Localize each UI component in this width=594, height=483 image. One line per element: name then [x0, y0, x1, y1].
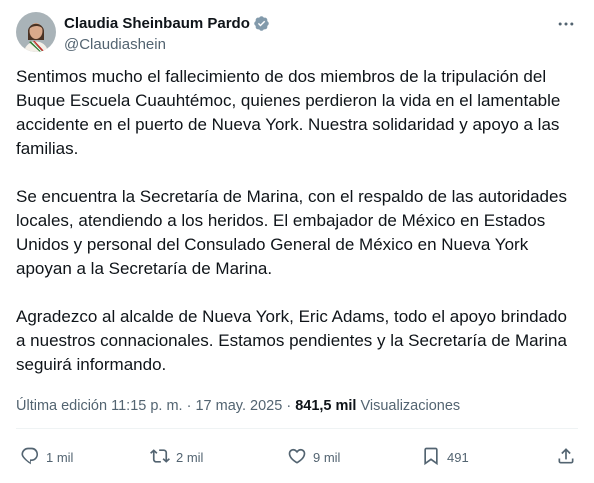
tweet-paragraph: Sentimos mucho el fallecimiento de dos m…	[16, 67, 561, 158]
verified-badge-icon[interactable]	[253, 15, 270, 32]
reply-button[interactable]: 1 mil	[20, 445, 73, 469]
timestamp-time[interactable]: 11:15 p. m.	[111, 398, 182, 414]
bookmark-icon	[421, 446, 441, 469]
tweet-text: Sentimos mucho el fallecimiento de dos m…	[16, 65, 576, 401]
meta-separator: ·	[286, 398, 292, 414]
share-icon	[556, 446, 576, 469]
tweet-paragraph: Se encuentra la Secretaría de Marina, co…	[16, 187, 567, 278]
share-button[interactable]	[556, 445, 576, 469]
handle[interactable]: @Claudiashein	[64, 35, 270, 55]
avatar[interactable]	[16, 12, 56, 52]
tweet-header: Claudia Sheinbaum Pardo @Claudiashein	[16, 12, 578, 56]
divider	[16, 428, 578, 429]
avatar-image	[16, 12, 56, 52]
display-name-row: Claudia Sheinbaum Pardo	[64, 13, 270, 33]
tweet: Claudia Sheinbaum Pardo @Claudiashein Se…	[0, 0, 594, 483]
views-label: Visualizaciones	[360, 398, 461, 414]
meta-separator: ·	[186, 398, 192, 414]
tweet-meta: Última edición 11:15 p. m. · 17 may. 202…	[16, 396, 460, 416]
action-bar: 1 mil 2 mil 9 mil 491	[16, 445, 578, 469]
repost-button[interactable]: 2 mil	[150, 445, 203, 469]
bookmark-button[interactable]: 491	[421, 445, 469, 469]
tweet-paragraph: Agradezco al alcalde de Nueva York, Eric…	[16, 307, 567, 374]
repost-icon	[150, 446, 170, 469]
display-name[interactable]: Claudia Sheinbaum Pardo	[64, 15, 250, 32]
views-count: 841,5 mil	[295, 398, 357, 414]
author-names: Claudia Sheinbaum Pardo @Claudiashein	[64, 13, 270, 55]
bookmark-count: 491	[447, 449, 469, 465]
timestamp-date[interactable]: 17 may. 2025	[195, 398, 282, 414]
more-icon[interactable]	[554, 14, 578, 34]
reply-icon	[20, 446, 40, 469]
like-count: 9 mil	[313, 449, 341, 465]
edited-label[interactable]: Última edición	[16, 398, 107, 414]
reply-count: 1 mil	[46, 449, 74, 465]
repost-count: 2 mil	[176, 449, 204, 465]
like-button[interactable]: 9 mil	[287, 445, 340, 469]
like-icon	[287, 446, 307, 469]
